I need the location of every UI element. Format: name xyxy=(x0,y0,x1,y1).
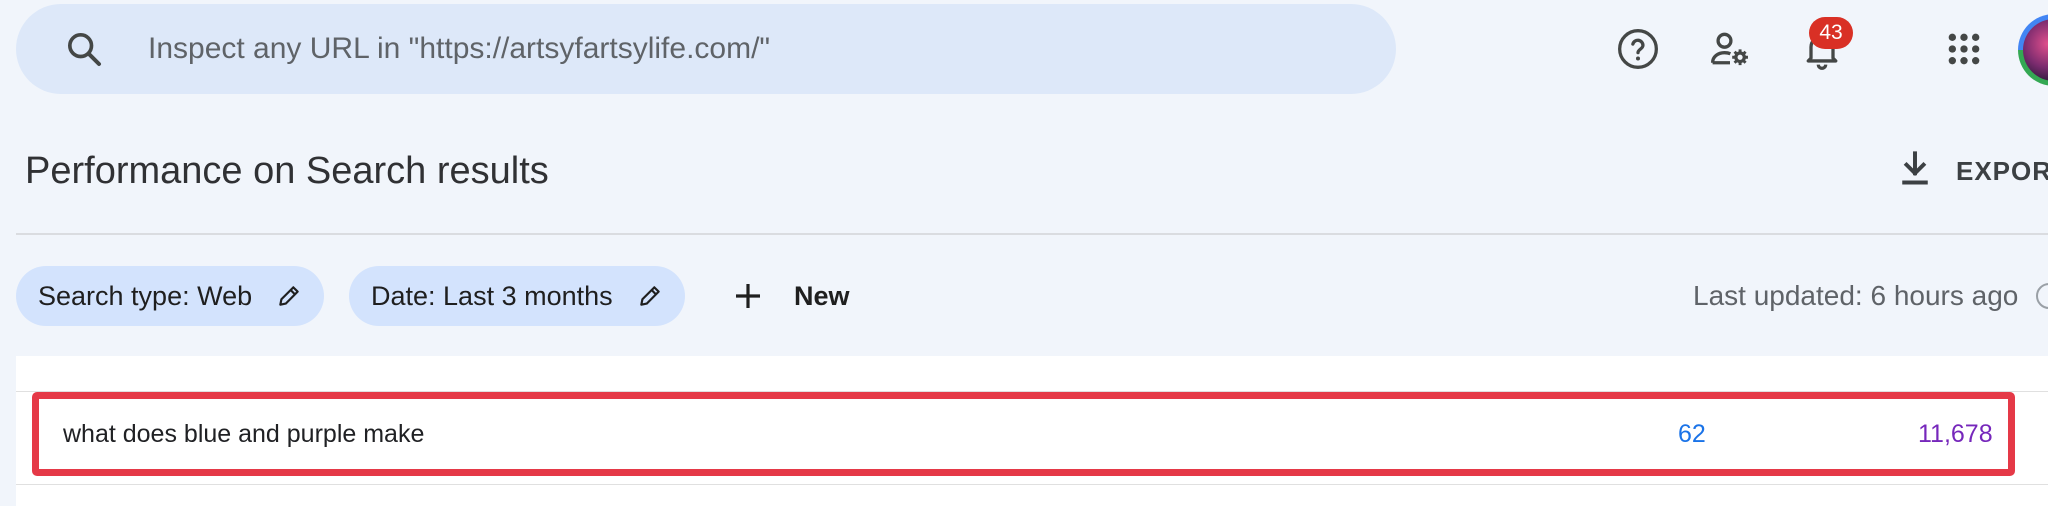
new-filter-button[interactable]: New xyxy=(732,274,850,318)
clicks-cell: 62 xyxy=(1678,420,1706,448)
plus-icon xyxy=(732,280,764,312)
search-input[interactable] xyxy=(146,31,1300,67)
info-icon[interactable] xyxy=(2036,283,2048,309)
manage-users-icon[interactable] xyxy=(1706,25,1754,73)
chip-label: Date: Last 3 months xyxy=(371,280,613,311)
impressions-cell: 11,678 xyxy=(1918,420,1993,448)
search-type-filter-chip[interactable]: Search type: Web xyxy=(16,266,325,326)
search-icon[interactable] xyxy=(64,29,104,69)
last-updated-text: Last updated: 6 hours ago xyxy=(1693,280,2019,311)
query-cell: what does blue and purple make xyxy=(63,420,425,448)
url-inspection-search[interactable] xyxy=(16,4,1396,94)
date-filter-chip[interactable]: Date: Last 3 months xyxy=(349,266,685,326)
avatar-image xyxy=(2023,19,2048,81)
notification-count-badge: 43 xyxy=(1809,17,1853,49)
page-title: Performance on Search results xyxy=(25,150,549,192)
download-icon xyxy=(1898,150,1932,193)
help-icon[interactable] xyxy=(1614,25,1662,73)
header-divider xyxy=(16,233,2048,235)
top-bar: 43 xyxy=(0,0,2048,102)
export-label: EXPORT xyxy=(1956,156,2048,186)
account-avatar[interactable] xyxy=(2018,14,2048,86)
chip-label: Search type: Web xyxy=(38,280,253,311)
edit-pencil-icon xyxy=(637,283,663,309)
apps-grid-icon[interactable] xyxy=(1940,25,1988,73)
export-button[interactable]: EXPORT xyxy=(1898,150,2048,193)
new-label: New xyxy=(794,280,850,311)
row-divider xyxy=(16,484,2048,485)
edit-pencil-icon xyxy=(276,283,302,309)
